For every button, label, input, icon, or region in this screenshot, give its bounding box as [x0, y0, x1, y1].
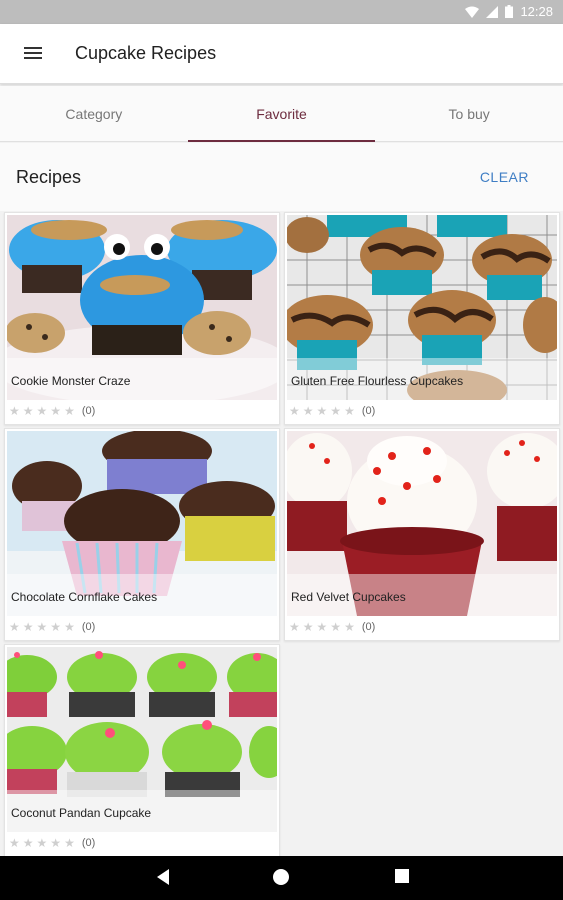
star-icon: ★: [9, 404, 20, 418]
star-icon: ★: [344, 620, 355, 634]
star-icon: ★: [344, 404, 355, 418]
star-icon: ★: [22, 620, 34, 634]
tab-favorite[interactable]: Favorite: [187, 86, 376, 142]
recipe-image: Red Velvet Cupcakes: [287, 431, 557, 616]
status-time: 12:28: [520, 4, 553, 19]
star-icon: ★: [22, 836, 34, 850]
section-title: Recipes: [16, 167, 82, 187]
recipe-rating: ★ ★ ★ ★ ★ (0): [9, 620, 95, 634]
star-icon: ★: [302, 620, 314, 634]
recipe-image: Chocolate Cornflake Cakes: [7, 431, 277, 616]
recipe-card[interactable]: Gluten Free Flourless Cupcakes ★ ★ ★ ★ ★…: [284, 212, 560, 425]
navigation-bar: [0, 856, 563, 900]
star-icon: ★: [289, 404, 300, 418]
recipe-rating: ★ ★ ★ ★ ★ (0): [289, 404, 375, 418]
rating-count: (0): [81, 621, 96, 633]
tab-category[interactable]: Category: [0, 86, 188, 141]
recipe-caption: Chocolate Cornflake Cakes: [7, 574, 277, 616]
app-title: Cupcake Recipes: [75, 43, 217, 63]
recents-icon[interactable]: [394, 868, 410, 884]
recipe-card[interactable]: Coconut Pandan Cupcake ★ ★ ★ ★ ★ (0): [4, 644, 280, 857]
recipe-name: Chocolate Cornflake Cakes: [11, 590, 158, 604]
status-icons: 12:28: [465, 4, 553, 19]
recipe-rating: ★ ★ ★ ★ ★ (0): [9, 404, 95, 418]
app-bar: Cupcake Recipes: [0, 24, 563, 84]
rating-count: (0): [361, 621, 376, 633]
recipe-caption: Red Velvet Cupcakes: [287, 574, 557, 616]
star-icon: ★: [64, 836, 75, 850]
star-icon: ★: [36, 836, 48, 850]
recipe-card[interactable]: Cookie Monster Craze ★ ★ ★ ★ ★ (0): [4, 212, 280, 425]
recipe-image: Coconut Pandan Cupcake: [7, 647, 277, 832]
recipe-card[interactable]: Chocolate Cornflake Cakes ★ ★ ★ ★ ★ (0): [4, 428, 280, 641]
recipe-rating: ★ ★ ★ ★ ★ (0): [9, 836, 95, 850]
recipe-name: Cookie Monster Craze: [11, 374, 131, 388]
signal-icon: [486, 5, 499, 18]
menu-icon[interactable]: [24, 44, 44, 64]
wifi-icon: [465, 6, 480, 18]
rating-count: (0): [361, 405, 376, 417]
battery-icon: [505, 5, 514, 18]
recipe-name: Red Velvet Cupcakes: [291, 590, 406, 604]
star-icon: ★: [22, 404, 34, 418]
recipe-card[interactable]: Red Velvet Cupcakes ★ ★ ★ ★ ★ (0): [284, 428, 560, 641]
status-bar: 12:28: [0, 0, 563, 24]
star-icon: ★: [330, 620, 342, 634]
star-icon: ★: [50, 836, 62, 850]
star-icon: ★: [64, 620, 75, 634]
star-icon: ★: [50, 404, 62, 418]
star-icon: ★: [36, 620, 48, 634]
star-icon: ★: [36, 404, 48, 418]
star-icon: ★: [302, 404, 314, 418]
recipe-caption: Gluten Free Flourless Cupcakes: [287, 358, 557, 400]
back-icon[interactable]: [155, 868, 171, 886]
recipe-name: Gluten Free Flourless Cupcakes: [291, 374, 464, 388]
star-icon: ★: [9, 620, 20, 634]
section-header: Recipes CLEAR: [0, 143, 563, 211]
star-icon: ★: [289, 620, 300, 634]
star-icon: ★: [9, 836, 20, 850]
recipe-image: Gluten Free Flourless Cupcakes: [287, 215, 557, 400]
star-icon: ★: [316, 404, 328, 418]
rating-count: (0): [81, 837, 96, 849]
home-icon[interactable]: [272, 868, 290, 886]
recipe-name: Coconut Pandan Cupcake: [11, 806, 152, 820]
star-icon: ★: [330, 404, 342, 418]
recipe-image: Cookie Monster Craze: [7, 215, 277, 400]
star-icon: ★: [50, 620, 62, 634]
clear-button[interactable]: CLEAR: [480, 169, 529, 185]
star-icon: ★: [64, 404, 75, 418]
rating-count: (0): [81, 405, 96, 417]
recipe-caption: Coconut Pandan Cupcake: [7, 790, 277, 832]
star-icon: ★: [316, 620, 328, 634]
tab-bar: Category Favorite To buy: [0, 86, 563, 142]
tab-to-buy[interactable]: To buy: [375, 86, 563, 141]
recipe-rating: ★ ★ ★ ★ ★ (0): [289, 620, 375, 634]
recipe-caption: Cookie Monster Craze: [7, 358, 277, 400]
